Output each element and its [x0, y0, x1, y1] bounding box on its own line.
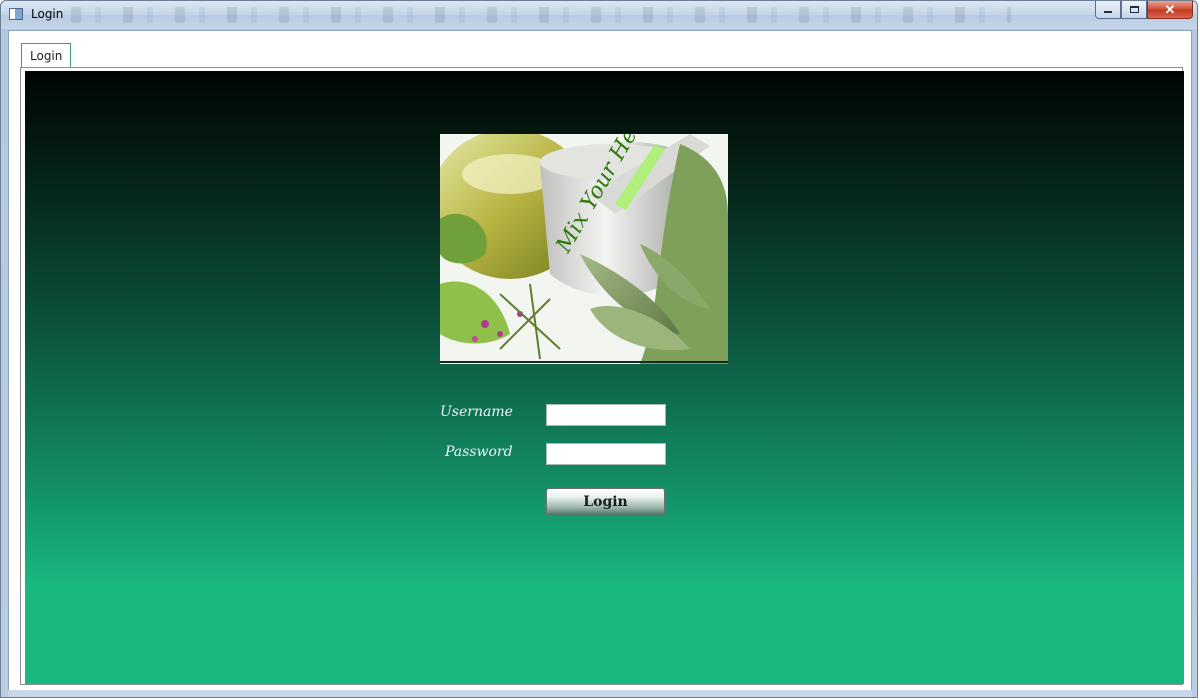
login-background: Mix Your Health Username Password Login [25, 71, 1184, 684]
maximize-icon [1129, 6, 1139, 13]
background-toolbar-ghost [71, 7, 1011, 23]
tab-login[interactable]: Login [21, 43, 72, 67]
window-bottom-frame [8, 690, 1192, 697]
window-controls: ✕ [1095, 1, 1193, 21]
password-input[interactable] [546, 443, 666, 465]
window-client-area: Login Mix Your Health Username Password … [8, 30, 1192, 692]
username-input[interactable] [546, 404, 666, 426]
mortar-and-herbs-picture: Mix Your Health [440, 134, 728, 364]
tab-panel-login: Mix Your Health Username Password Login [20, 67, 1184, 685]
password-label: Password [445, 444, 513, 460]
logo-image: Mix Your Health [440, 134, 728, 364]
username-label: Username [440, 404, 513, 420]
title-bar[interactable]: Login ✕ [1, 1, 1197, 29]
window-title: Login [31, 7, 64, 21]
window-app-icon[interactable] [9, 8, 23, 20]
minimize-button[interactable] [1095, 1, 1121, 19]
close-icon: ✕ [1164, 1, 1176, 17]
login-button[interactable]: Login [546, 488, 665, 516]
close-button[interactable]: ✕ [1147, 1, 1193, 19]
minimize-icon [1104, 11, 1112, 13]
maximize-button[interactable] [1121, 1, 1147, 19]
app-window: Login ✕ Login Mix Your Health Username P… [0, 0, 1198, 698]
